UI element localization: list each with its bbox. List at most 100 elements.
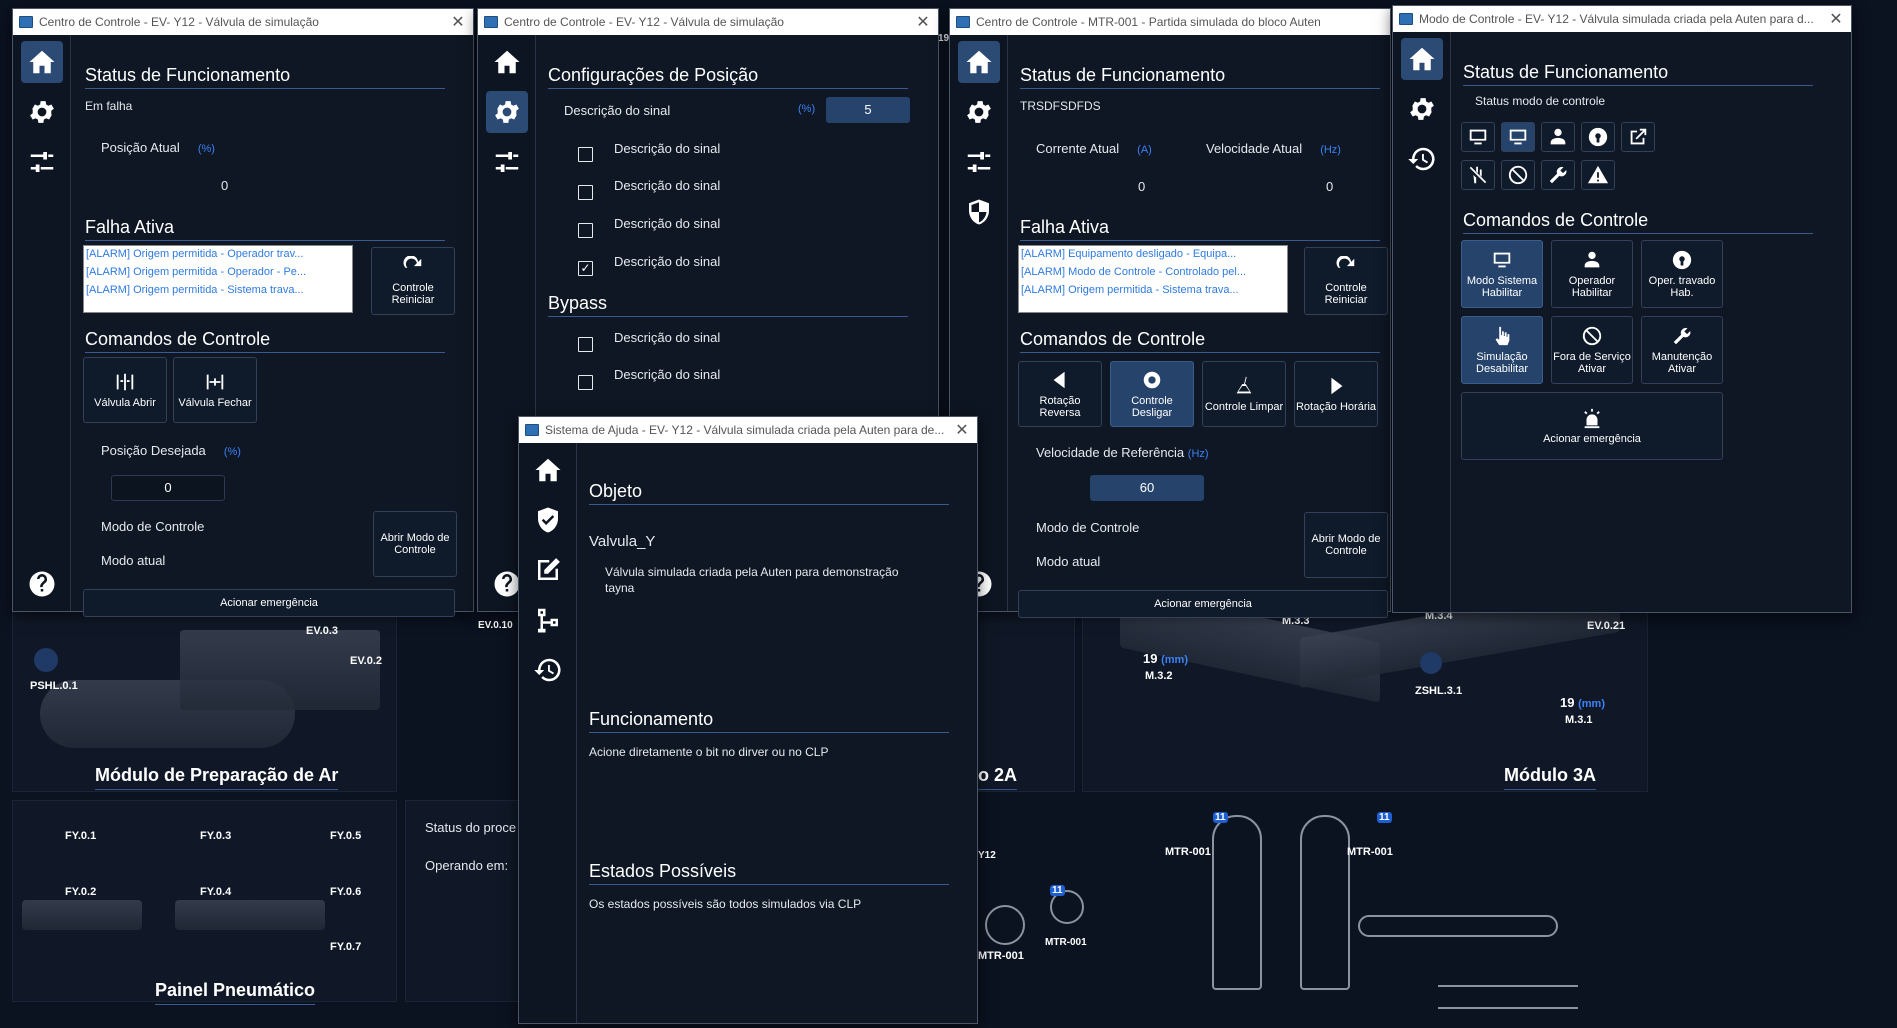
status-header: Status de Funcionamento	[85, 65, 445, 89]
home-nav-button[interactable]	[486, 41, 528, 83]
sidebar	[519, 443, 577, 1023]
control-mode-window: Modo de Controle - EV- Y12 - Válvula sim…	[1392, 5, 1852, 613]
sliders-nav-button[interactable]	[21, 141, 63, 183]
system-mode-indicator[interactable]	[1461, 122, 1495, 152]
home-icon	[29, 50, 54, 74]
external-link-indicator[interactable]	[1621, 122, 1655, 152]
signal-checkbox-2[interactable]	[578, 185, 593, 200]
bypass-checkbox-label: Descrição do sinal	[614, 330, 721, 345]
pump-graphic	[985, 905, 1025, 945]
emergency-button[interactable]: Acionar emergência	[1018, 590, 1388, 618]
alarm-item[interactable]: [ALARM] Origem permitida - Operador trav…	[84, 246, 352, 264]
position-label: Posição Atual (%)	[101, 140, 215, 155]
display-indicator[interactable]	[1501, 122, 1535, 152]
home-nav-button[interactable]	[957, 41, 1000, 83]
bypass-checkbox-1[interactable]	[578, 337, 593, 352]
bypass-checkbox-2[interactable]	[578, 375, 593, 390]
alarm-list[interactable]: [ALARM] Origem permitida - Operador trav…	[83, 245, 353, 313]
emergency-button[interactable]: Acionar emergência	[83, 589, 455, 617]
valve-close-button[interactable]: Válvula Fechar	[173, 357, 257, 423]
window-titlebar[interactable]: Centro de Controle - EV- Y12 - Válvula d…	[478, 9, 938, 35]
alarm-list[interactable]: [ALARM] Equipamento desligado - Equipa..…	[1018, 245, 1288, 313]
out-of-service-indicator[interactable]	[1501, 160, 1535, 190]
maintenance-activate-button[interactable]: Manutenção Ativar	[1641, 316, 1723, 384]
locked-operator-indicator[interactable]	[1581, 122, 1615, 152]
close-icon[interactable]: ✕	[953, 420, 971, 440]
tag-value-19a: 19 (mm)	[1143, 651, 1188, 666]
window-content: Status de Funcionamento TRSDFSDFDS Corre…	[1008, 35, 1390, 618]
valve-open-button[interactable]: Válvula Abrir	[83, 357, 167, 423]
emergency-button[interactable]: Acionar emergência	[1461, 392, 1723, 460]
control-center-window-valve: Centro de Controle - EV- Y12 - Válvula d…	[12, 8, 474, 617]
current-mode-label: Modo atual	[1036, 554, 1101, 569]
reset-button[interactable]: Controle Reiniciar	[371, 247, 455, 315]
system-mode-enable-button[interactable]: Modo Sistema Habilitar	[1461, 240, 1543, 308]
arrow-left-icon	[1053, 371, 1065, 389]
maintenance-indicator[interactable]	[1541, 160, 1575, 190]
elevator-right-graphic	[1300, 815, 1350, 990]
clockwise-rotation-button[interactable]: Rotação Horária	[1294, 361, 1378, 427]
reset-button[interactable]: Controle Reiniciar	[1304, 247, 1388, 315]
alarm-item[interactable]: [ALARM] Origem permitida - Sistema trava…	[1019, 282, 1287, 300]
signal-checkbox-3[interactable]	[578, 223, 593, 238]
signal-checkbox-1[interactable]	[578, 147, 593, 162]
settings-nav-button[interactable]	[21, 91, 63, 133]
history-nav-button[interactable]	[1401, 138, 1443, 180]
gear-icon	[494, 101, 519, 123]
alarm-item[interactable]: [ALARM] Origem permitida - Operador - Pe…	[84, 264, 352, 282]
close-icon[interactable]: ✕	[914, 12, 932, 32]
operator-enable-button[interactable]: Operador Habilitar	[1551, 240, 1633, 308]
out-of-service-activate-button[interactable]: Fora de Serviço Ativar	[1551, 316, 1633, 384]
security-nav-button[interactable]	[527, 499, 569, 541]
tag-y12: Y12	[978, 850, 996, 861]
open-control-mode-button[interactable]: Abrir Modo de Controle	[373, 511, 457, 577]
warning-indicator[interactable]	[1581, 160, 1615, 190]
home-nav-button[interactable]	[527, 449, 569, 491]
commands-header: Comandos de Controle	[1020, 329, 1380, 353]
window-titlebar[interactable]: Centro de Controle - MTR-001 - Partida s…	[950, 9, 1390, 35]
diagram-nav-button[interactable]	[527, 599, 569, 641]
home-nav-button[interactable]	[20, 41, 63, 83]
reverse-rotation-button[interactable]: Rotação Reversa	[1018, 361, 1102, 427]
window-titlebar[interactable]: Modo de Controle - EV- Y12 - Válvula sim…	[1393, 6, 1851, 32]
control-mode-label: Modo de Controle	[101, 519, 205, 534]
alarm-item[interactable]: [ALARM] Origem permitida - Sistema trava…	[84, 282, 352, 300]
history-nav-button[interactable]	[527, 649, 569, 691]
alarm-item[interactable]: [ALARM] Modo de Controle - Controlado pe…	[1019, 264, 1287, 282]
open-control-mode-button[interactable]: Abrir Modo de Controle	[1304, 512, 1388, 578]
locked-operator-enable-button[interactable]: Oper. travado Hab.	[1641, 240, 1723, 308]
control-off-button[interactable]: Controle Desligar	[1110, 361, 1194, 427]
control-clear-button[interactable]: Controle Limpar	[1202, 361, 1286, 427]
security-nav-button[interactable]	[958, 191, 1000, 233]
simulation-disable-button[interactable]: Simulação Desabilitar	[1461, 316, 1543, 384]
signal-checkbox-4-checked[interactable]: ✓	[578, 261, 593, 276]
operator-indicator[interactable]	[1541, 122, 1575, 152]
position-sensor-icon[interactable]	[1420, 652, 1442, 674]
record-icon	[1143, 371, 1161, 389]
valve-close-icon	[206, 374, 224, 390]
desired-position-input[interactable]: 0	[111, 475, 225, 501]
home-nav-button[interactable]	[1400, 38, 1443, 80]
close-icon[interactable]: ✕	[449, 12, 467, 32]
settings-nav-button[interactable]	[485, 91, 528, 133]
object-header: Objeto	[589, 481, 949, 505]
reference-speed-input[interactable]: 60	[1090, 475, 1204, 501]
tag-zshl31: ZSHL.3.1	[1415, 685, 1463, 697]
edit-nav-button[interactable]	[527, 549, 569, 591]
help-nav-button[interactable]	[21, 563, 63, 605]
no-touch-icon	[1469, 166, 1487, 184]
window-titlebar[interactable]: Sistema de Ajuda - EV- Y12 - Válvula sim…	[519, 417, 977, 443]
simulation-indicator[interactable]	[1461, 160, 1495, 190]
close-icon[interactable]: ✕	[1827, 9, 1845, 29]
sliders-nav-button[interactable]	[958, 141, 1000, 183]
prohibited-icon	[1508, 165, 1528, 185]
user-icon	[1550, 128, 1566, 145]
pressure-sensor-icon[interactable]	[34, 648, 58, 672]
sliders-nav-button[interactable]	[486, 141, 528, 183]
window-titlebar[interactable]: Centro de Controle - EV- Y12 - Válvula d…	[13, 9, 473, 35]
alarm-item[interactable]: [ALARM] Equipamento desligado - Equipa..…	[1019, 246, 1287, 264]
settings-nav-button[interactable]	[958, 91, 1000, 133]
signal-input[interactable]: 5	[826, 97, 910, 123]
settings-nav-button[interactable]	[1401, 88, 1443, 130]
signal-checkbox-label: Descrição do sinal	[614, 178, 721, 193]
